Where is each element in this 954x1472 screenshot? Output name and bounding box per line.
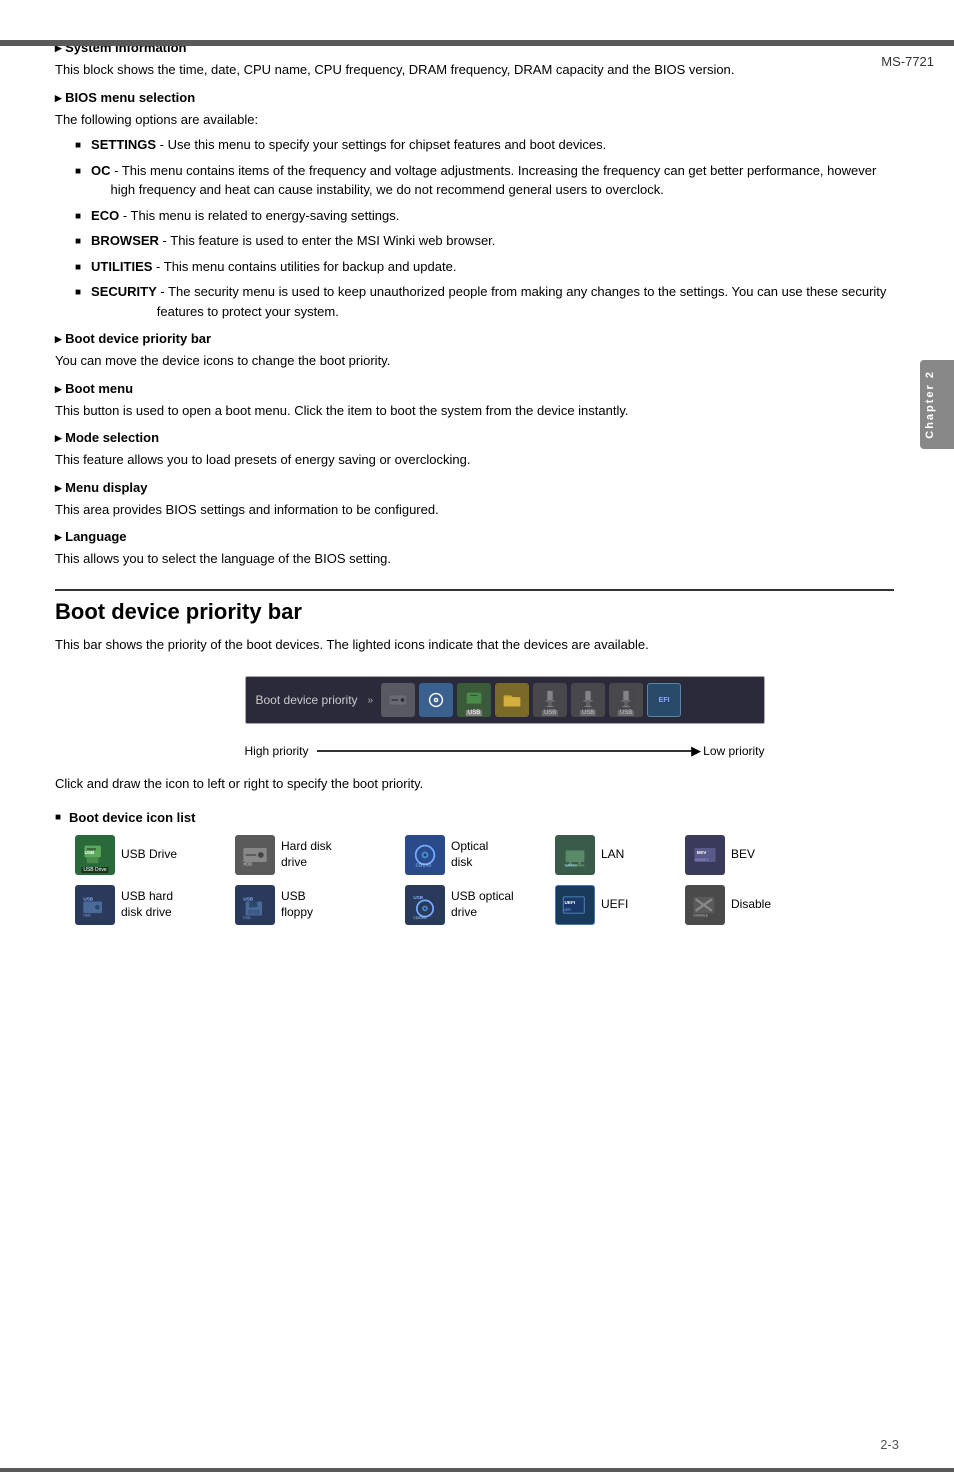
uefi-icon: UEFI UEFI (555, 885, 595, 925)
boot-section-title: Boot device priority bar (55, 599, 894, 625)
icon-usb-optical: USB CD/DVD USB opticaldrive (405, 885, 555, 925)
menu-display-body: This area provides BIOS settings and inf… (55, 500, 894, 520)
language-body: This allows you to select the language o… (55, 549, 894, 569)
svg-text:DISABLE: DISABLE (693, 913, 708, 917)
svg-text:USB: USB (243, 896, 253, 901)
usb-floppy-icon: USB FDD (235, 885, 275, 925)
bev-icon: BEV LEGACY (685, 835, 725, 875)
priority-arrow-icon: ▶ (691, 743, 701, 759)
icon-uefi: UEFI UEFI UEFI (555, 885, 685, 925)
svg-text:HDD: HDD (243, 861, 252, 866)
icon-bev: BEV LEGACY BEV (685, 835, 805, 875)
page-container: MS-7721 Chapter 2 System information Thi… (0, 40, 954, 1472)
svg-text:FDD: FDD (243, 916, 251, 919)
chapter-tab: Chapter 2 (920, 360, 954, 449)
usb-drive-priority-icon: USB (457, 683, 491, 717)
svg-text:BEV: BEV (697, 849, 707, 854)
list-item-utilities: UTILITIES - This menu contains utilities… (75, 257, 894, 277)
icon-lan: GAMAX LAN (555, 835, 685, 875)
bios-menu-heading: BIOS menu selection (55, 90, 894, 106)
bios-menu-intro: The following options are available: (55, 110, 894, 130)
svg-text:UEFI: UEFI (565, 899, 576, 904)
priority-arrow-row: High priority ▶ Low priority (245, 744, 765, 758)
disable-icon: DISABLE (685, 885, 725, 925)
list-item-browser: BROWSER - This feature is used to enter … (75, 231, 894, 251)
high-priority-label: High priority (245, 744, 309, 758)
list-item-eco: ECO - This menu is related to energy-sav… (75, 206, 894, 226)
svg-text:LEGACY: LEGACY (695, 857, 710, 861)
svg-text:HDD: HDD (83, 913, 91, 917)
efi-priority-icon: EFI (647, 683, 681, 717)
priority-line: ▶ (317, 750, 696, 752)
icon-hard-disk: HDD Hard diskdrive (235, 835, 405, 875)
mode-selection-heading: Mode selection (55, 430, 894, 446)
menu-display-heading: Menu display (55, 480, 894, 496)
lan-icon: GAMAX (555, 835, 595, 875)
bottom-bar (0, 1468, 954, 1472)
mode-selection-body: This feature allows you to load presets … (55, 450, 894, 470)
boot-icons-row: USB USB USB (381, 683, 681, 717)
usb-floppy-label: USBfloppy (281, 889, 313, 920)
icon-list-row2: USB HDD USB harddisk drive USB (75, 885, 894, 925)
boot-priority-graphic: Boot device priority » USB (115, 660, 894, 774)
boot-menu-body: This button is used to open a boot menu.… (55, 401, 894, 421)
system-info-body: This block shows the time, date, CPU nam… (55, 60, 894, 80)
click-instruction: Click and draw the icon to left or right… (55, 774, 894, 794)
svg-text:UEFI: UEFI (563, 907, 571, 911)
usb-drive-icon: USB USB Drive (75, 835, 115, 875)
uefi-label: UEFI (601, 897, 628, 913)
usb3-priority-icon: USB (609, 683, 643, 717)
usb1-priority-icon: USB (533, 683, 567, 717)
lan-label: LAN (601, 847, 624, 863)
svg-text:USB: USB (413, 895, 423, 900)
svg-text:USB: USB (85, 849, 95, 854)
icon-list-heading: Boot device icon list (69, 810, 195, 825)
usb-drive-label: USB Drive (121, 847, 177, 863)
icon-optical: CD/DVD Opticaldisk (405, 835, 555, 875)
svg-text:CD/DVD: CD/DVD (413, 916, 427, 919)
boot-priority-bar-body: You can move the device icons to change … (55, 351, 894, 371)
list-item-security: SECURITY - The security menu is used to … (75, 282, 894, 321)
usb2-priority-icon: USB (571, 683, 605, 717)
main-content: System information This block shows the … (55, 40, 894, 965)
boot-icon-list-section: ■ Boot device icon list USB USB Drive (55, 810, 894, 925)
svg-text:USB: USB (83, 896, 93, 901)
boot-priority-bar-label: Boot device priority (256, 693, 358, 707)
icon-list-header: ■ Boot device icon list (55, 810, 894, 825)
bios-menu-list: SETTINGS - Use this menu to specify your… (75, 135, 894, 321)
svg-text:GAMAX: GAMAX (565, 863, 578, 867)
boot-priority-bar-heading: Boot device priority bar (55, 331, 894, 347)
usb-hdd-label: USB harddisk drive (121, 889, 173, 920)
hdd-priority-icon (381, 683, 415, 717)
section-divider (55, 589, 894, 591)
hard-disk-label: Hard diskdrive (281, 839, 332, 870)
icon-usb-floppy: USB FDD USBfloppy (235, 885, 405, 925)
icon-list-row1: USB USB Drive USB Drive HDD (75, 835, 894, 875)
page-number: 2-3 (880, 1437, 899, 1452)
boot-priority-bar-widget: Boot device priority » USB (245, 676, 765, 724)
icon-usb-drive: USB USB Drive USB Drive (75, 835, 235, 875)
model-number: MS-7721 (881, 54, 934, 69)
boot-menu-heading: Boot menu (55, 381, 894, 397)
list-item-settings: SETTINGS - Use this menu to specify your… (75, 135, 894, 155)
usb-optical-label: USB opticaldrive (451, 889, 514, 920)
hard-disk-icon: HDD (235, 835, 275, 875)
bev-label: BEV (731, 847, 755, 863)
optical-priority-icon (419, 683, 453, 717)
disable-label: Disable (731, 897, 771, 913)
folder-priority-icon (495, 683, 529, 717)
boot-section-description: This bar shows the priority of the boot … (55, 635, 894, 655)
svg-text:CD/DVD: CD/DVD (416, 862, 432, 867)
top-border (0, 40, 954, 46)
icon-disable: DISABLE Disable (685, 885, 805, 925)
optical-icon: CD/DVD (405, 835, 445, 875)
list-item-oc: OC - This menu contains items of the fre… (75, 161, 894, 200)
optical-label: Opticaldisk (451, 839, 488, 870)
priority-arrows-icon: » (368, 695, 374, 706)
language-heading: Language (55, 529, 894, 545)
usb-optical-icon: USB CD/DVD (405, 885, 445, 925)
low-priority-label: Low priority (703, 744, 764, 758)
icon-usb-hdd: USB HDD USB harddisk drive (75, 885, 235, 925)
usb-hdd-icon: USB HDD (75, 885, 115, 925)
